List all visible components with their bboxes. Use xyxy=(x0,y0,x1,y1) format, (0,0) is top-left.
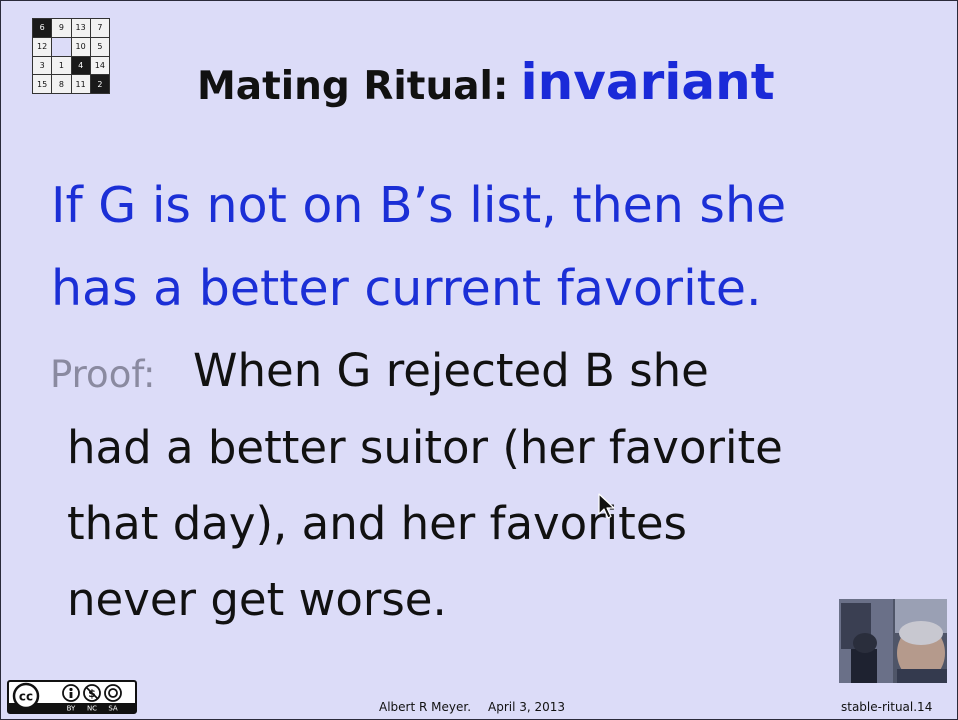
puzzle-tile: 14 xyxy=(90,56,109,75)
puzzle-tile: 6 xyxy=(33,19,52,37)
puzzle-tile: 15 xyxy=(33,75,52,93)
slide-title: Mating Ritual: invariant xyxy=(197,53,775,111)
puzzle-tile: 4 xyxy=(71,56,90,75)
sharealike-icon xyxy=(104,684,122,702)
mouse-cursor-icon xyxy=(598,493,615,519)
proof-line-2: had a better suitor (her favorite xyxy=(67,421,783,474)
claim-line-2: has a better current favorite. xyxy=(51,260,762,317)
license-sa-label: SA xyxy=(108,705,118,713)
proof-line-1: When G rejected B she xyxy=(193,344,709,397)
footer-author: Albert R Meyer. xyxy=(379,700,472,714)
creative-commons-badge[interactable]: cc $ BY NC SA xyxy=(7,680,137,714)
footer-slide-id: stable-ritual.14 xyxy=(841,700,933,714)
fifteen-puzzle-logo: 6 9 13 7 12 10 5 3 1 4 14 15 8 11 2 xyxy=(32,18,110,94)
slide: 6 9 13 7 12 10 5 3 1 4 14 15 8 11 2 Mati… xyxy=(0,0,958,720)
puzzle-tile-empty xyxy=(52,37,71,56)
attribution-icon xyxy=(62,684,80,702)
title-highlight: invariant xyxy=(520,53,775,111)
proof-line-4: never get worse. xyxy=(67,573,447,626)
creative-commons-icon: cc xyxy=(12,682,40,710)
puzzle-tile: 13 xyxy=(71,19,90,37)
noncommercial-icon: $ xyxy=(83,684,101,702)
puzzle-tile: 11 xyxy=(71,75,90,93)
license-nc-label: NC xyxy=(87,705,97,713)
puzzle-tile: 7 xyxy=(90,19,109,37)
puzzle-tile: 5 xyxy=(90,37,109,56)
puzzle-tile: 10 xyxy=(71,37,90,56)
title-prefix: Mating Ritual: xyxy=(197,64,509,109)
puzzle-tile: 2 xyxy=(90,75,109,93)
license-by-label: BY xyxy=(67,705,76,713)
webcam-video[interactable] xyxy=(839,599,947,683)
puzzle-tile: 12 xyxy=(33,37,52,56)
puzzle-tile: 9 xyxy=(52,19,71,37)
footer-date: April 3, 2013 xyxy=(488,700,566,714)
svg-text:cc: cc xyxy=(19,690,33,704)
proof-label: Proof: xyxy=(50,353,156,396)
claim-line-1: If G is not on B’s list, then she xyxy=(51,177,787,234)
puzzle-tile: 1 xyxy=(52,56,71,75)
puzzle-tile: 8 xyxy=(52,75,71,93)
proof-line-3: that day), and her favorites xyxy=(67,497,687,550)
puzzle-tile: 3 xyxy=(33,56,52,75)
